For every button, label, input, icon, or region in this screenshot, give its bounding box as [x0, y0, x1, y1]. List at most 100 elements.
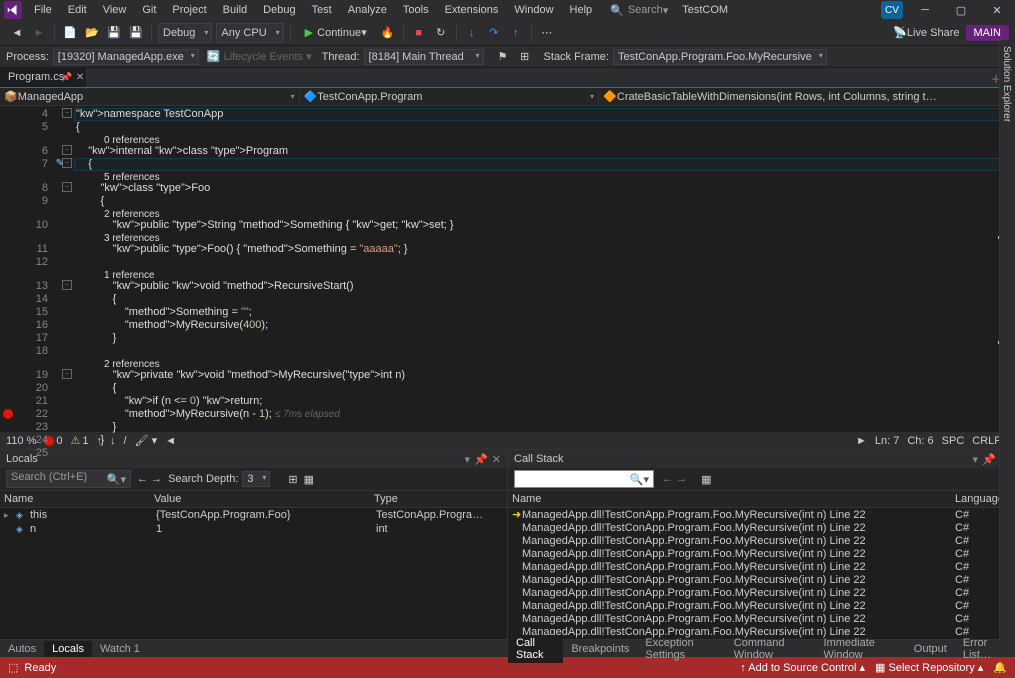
code-editor[interactable]: 4−56−7−✎8−910111213−141516171819−2021222… [0, 106, 1015, 432]
pin-icon[interactable]: 📌 [61, 72, 72, 83]
solution-title: TestCOM [676, 3, 734, 17]
flag-icon[interactable]: ⚑ [493, 47, 513, 67]
maximize-button[interactable]: ▢ [947, 1, 975, 19]
bottom-tab[interactable]: Breakpoints [563, 641, 637, 657]
callstack-row[interactable]: ManagedApp.dll!TestConApp.Program.Foo.My… [508, 534, 1015, 547]
menu-extensions[interactable]: Extensions [437, 2, 507, 18]
step-over-icon[interactable]: ↷ [484, 23, 504, 43]
main-toolbar: ◄ ► 📄 📂 💾 💾 Debug Any CPU ▶Continue ▾ 🔥 … [0, 20, 1015, 46]
menu-test[interactable]: Test [304, 2, 340, 18]
search-input[interactable]: 🔍Search ▾ [610, 4, 668, 17]
depth-combo[interactable]: 3 [242, 471, 270, 487]
callstack-row[interactable]: ➜ManagedApp.dll!TestConApp.Program.Foo.M… [508, 508, 1015, 521]
notifications-icon[interactable]: 🔔 [993, 661, 1007, 674]
close-button[interactable]: ✕ [983, 1, 1011, 19]
menu-window[interactable]: Window [506, 2, 561, 18]
open-icon[interactable]: 📂 [82, 23, 102, 43]
step-out-icon[interactable]: ↑ [506, 23, 526, 43]
callstack-row[interactable]: ManagedApp.dll!TestConApp.Program.Foo.My… [508, 599, 1015, 612]
menu-analyze[interactable]: Analyze [340, 2, 395, 18]
dropdown-icon[interactable]: ▾ [973, 453, 979, 466]
locals-row[interactable]: ◈n1int [0, 522, 507, 536]
view-icon[interactable]: ▦ [701, 473, 711, 486]
pin-icon[interactable]: 📌 [982, 453, 996, 466]
menu-git[interactable]: Git [134, 2, 164, 18]
locals-search[interactable]: Search (Ctrl+E)🔍▾ [6, 470, 131, 488]
bottom-tab[interactable]: Command Window [726, 635, 816, 663]
callstack-title[interactable]: Call Stack ▾📌✕ [508, 450, 1015, 468]
callstack-row[interactable]: ManagedApp.dll!TestConApp.Program.Foo.My… [508, 586, 1015, 599]
save-all-icon[interactable]: 💾 [126, 23, 146, 43]
nav-type[interactable]: 🔷 TestConApp.Program [300, 89, 600, 104]
platform-combo[interactable]: Any CPU [216, 23, 283, 43]
bottom-tab[interactable]: Autos [0, 641, 44, 657]
tree-icon[interactable]: ⊞ [288, 473, 297, 486]
menu-debug[interactable]: Debug [255, 2, 303, 18]
lifecycle-events: 🔄 Lifecycle Events ▾ [207, 50, 312, 63]
callstack-row[interactable]: ManagedApp.dll!TestConApp.Program.Foo.My… [508, 612, 1015, 625]
brush-icon[interactable]: 🖌 ▾ [135, 434, 158, 447]
callstack-row[interactable]: ManagedApp.dll!TestConApp.Program.Foo.My… [508, 547, 1015, 560]
bottom-tab[interactable]: Watch 1 [92, 641, 148, 657]
live-share-button[interactable]: 📡 Live Share [893, 26, 959, 39]
new-file-icon[interactable]: 📄 [60, 23, 80, 43]
nav-back-icon[interactable]: ◄ [7, 23, 27, 43]
menu-edit[interactable]: Edit [60, 2, 95, 18]
bottom-tab[interactable]: Exception Settings [637, 635, 725, 663]
more-icon[interactable]: ⋯ [537, 23, 557, 43]
col-name[interactable]: Name [4, 493, 154, 505]
threads-icon[interactable]: ⊞ [515, 47, 535, 67]
stop-icon[interactable]: ■ [409, 23, 429, 43]
nav-member[interactable]: 🔶 CrateBasicTableWithDimensions(int Rows… [599, 89, 1015, 104]
account-badge[interactable]: CV [881, 1, 903, 19]
columns-icon[interactable]: ▦ [304, 473, 314, 486]
thread-combo[interactable]: [8184] Main Thread [364, 49, 484, 65]
step-into-icon[interactable]: ↓ [462, 23, 482, 43]
main-badge[interactable]: MAIN [966, 25, 1010, 41]
scroll-left-icon[interactable]: ◄ [165, 435, 176, 447]
menu-tools[interactable]: Tools [395, 2, 437, 18]
menu-file[interactable]: File [26, 2, 60, 18]
depth-label: Search Depth: [168, 473, 238, 485]
hot-reload-icon[interactable]: 🔥 [378, 23, 398, 43]
add-source-control[interactable]: ↑ Add to Source Control ▴ [740, 661, 865, 674]
restart-icon[interactable]: ↻ [431, 23, 451, 43]
locals-title[interactable]: Locals ▾📌✕ [0, 450, 507, 468]
solution-explorer-tab[interactable]: Solution Explorer [999, 40, 1015, 640]
select-repository[interactable]: ▦ Select Repository ▴ [875, 661, 983, 674]
ln-col[interactable]: Ln: 7 [875, 435, 899, 447]
config-combo[interactable]: Debug [158, 23, 212, 43]
callstack-search[interactable]: 🔍▾ [514, 470, 654, 488]
scroll-right-icon[interactable]: ► [856, 435, 867, 447]
col-type[interactable]: Type [374, 493, 503, 505]
callstack-row[interactable]: ManagedApp.dll!TestConApp.Program.Foo.My… [508, 521, 1015, 534]
locals-panel: Locals ▾📌✕ Search (Ctrl+E)🔍▾ ← → Search … [0, 449, 507, 657]
menu-project[interactable]: Project [164, 2, 214, 18]
bottom-tab[interactable]: Output [906, 641, 955, 657]
minimize-button[interactable]: ─ [911, 1, 939, 19]
tab-program-cs[interactable]: Program.cs 📌 ✕ [0, 67, 86, 87]
bottom-tab[interactable]: Call Stack [508, 635, 563, 663]
menu-view[interactable]: View [95, 2, 135, 18]
callstack-row[interactable]: ManagedApp.dll!TestConApp.Program.Foo.My… [508, 573, 1015, 586]
pin-icon[interactable]: 📌 [474, 453, 488, 466]
menu-build[interactable]: Build [215, 2, 255, 18]
bottom-tab[interactable]: Locals [44, 641, 92, 657]
locals-row[interactable]: ▸◈this{TestConApp.Program.Foo}TestConApp… [0, 508, 507, 522]
menu-help[interactable]: Help [562, 2, 601, 18]
nav-down-icon[interactable]: ↓ [110, 435, 116, 447]
save-icon[interactable]: 💾 [104, 23, 124, 43]
nav-fwd-icon[interactable]: ► [29, 23, 49, 43]
callstack-row[interactable]: ManagedApp.dll!TestConApp.Program.Foo.My… [508, 560, 1015, 573]
editor-gutter[interactable]: 4−56−7−✎8−910111213−141516171819−2021222… [0, 106, 74, 432]
dropdown-icon[interactable]: ▾ [465, 453, 471, 466]
process-combo[interactable]: [19320] ManagedApp.exe [53, 49, 199, 65]
nav-project[interactable]: 📦 ManagedApp [0, 89, 300, 104]
continue-button[interactable]: ▶Continue ▾ [299, 23, 373, 43]
close-icon[interactable]: ✕ [492, 453, 501, 466]
stack-combo[interactable]: TestConApp.Program.Foo.MyRecursive [613, 49, 827, 65]
col-name[interactable]: Name [512, 493, 955, 505]
col-value[interactable]: Value [154, 493, 374, 505]
bottom-tab[interactable]: Immediate Window [816, 635, 906, 663]
close-icon[interactable]: ✕ [76, 72, 84, 83]
